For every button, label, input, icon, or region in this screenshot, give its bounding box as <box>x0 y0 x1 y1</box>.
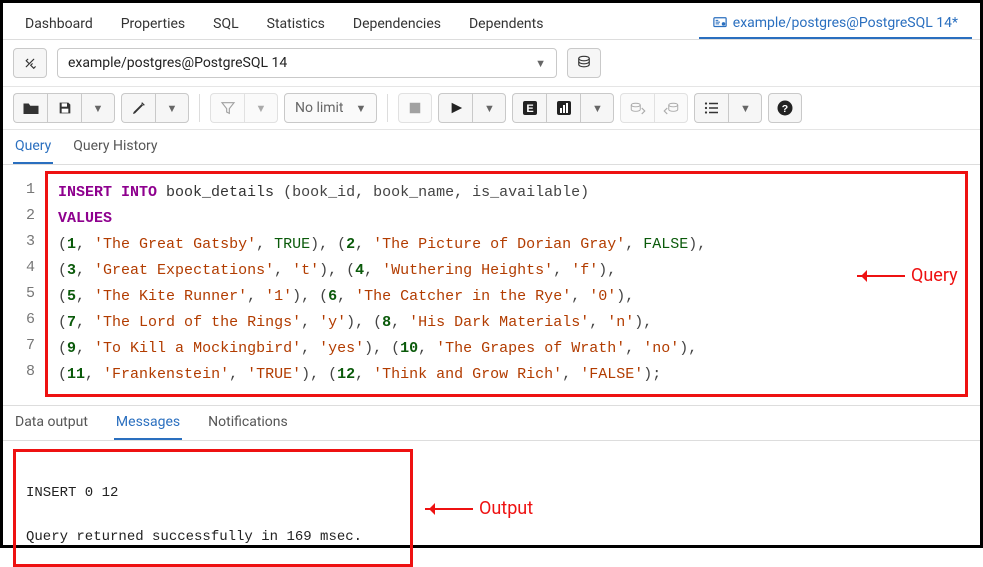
connection-bar: example/postgres@PostgreSQL 14 ▼ <box>3 40 980 87</box>
analyze-icon <box>556 100 572 116</box>
chevron-down-icon: ▼ <box>167 102 178 115</box>
tab-messages[interactable]: Messages <box>114 406 182 440</box>
save-icon <box>57 100 73 116</box>
new-connection-button[interactable] <box>567 48 601 78</box>
tab-notifications[interactable]: Notifications <box>206 406 290 440</box>
tab-properties[interactable]: Properties <box>107 10 199 38</box>
line-number: 2 <box>9 203 35 229</box>
help-icon: ? <box>776 99 794 117</box>
top-tabs: Dashboard Properties SQL Statistics Depe… <box>3 3 980 40</box>
tab-statistics[interactable]: Statistics <box>253 10 339 38</box>
row-limit-label: No limit <box>295 100 344 116</box>
help-button[interactable]: ? <box>768 93 802 123</box>
toolbar-divider <box>387 94 388 122</box>
database-icon <box>575 54 593 72</box>
edit-dropdown[interactable]: ▼ <box>155 93 189 123</box>
plug-icon <box>21 54 39 72</box>
play-icon <box>449 101 463 115</box>
chevron-down-icon: ▼ <box>740 102 751 115</box>
line-number: 8 <box>9 359 35 385</box>
row-limit-select[interactable]: No limit ▼ <box>284 93 377 123</box>
connection-value: example/postgres@PostgreSQL 14 <box>68 55 287 71</box>
sql-editor: 1 2 3 4 5 6 7 8 INSERT INTO book_details… <box>9 171 968 397</box>
pencil-icon <box>131 100 147 116</box>
svg-text:E: E <box>526 103 533 115</box>
list-icon <box>703 100 721 116</box>
filter-dropdown[interactable]: ▼ <box>244 93 278 123</box>
toolbar-divider <box>199 94 200 122</box>
explain-icon: E <box>522 100 538 116</box>
filter-button[interactable] <box>210 93 244 123</box>
line-number: 6 <box>9 307 35 333</box>
tab-data-output[interactable]: Data output <box>13 406 90 440</box>
tab-query-tool[interactable]: example/postgres@PostgreSQL 14* <box>699 9 972 39</box>
rollback-icon <box>662 100 680 116</box>
line-number: 5 <box>9 281 35 307</box>
save-button[interactable] <box>47 93 81 123</box>
line-gutter: 1 2 3 4 5 6 7 8 <box>9 171 45 397</box>
line-number: 4 <box>9 255 35 281</box>
chevron-down-icon: ▼ <box>356 102 367 115</box>
execute-dropdown[interactable]: ▼ <box>472 93 506 123</box>
chevron-down-icon: ▼ <box>535 57 546 70</box>
chevron-down-icon: ▼ <box>592 102 603 115</box>
rollback-button[interactable] <box>654 93 688 123</box>
tab-query-history[interactable]: Query History <box>71 130 159 164</box>
tab-dependents[interactable]: Dependents <box>455 10 557 38</box>
query-toolbar: ▼ ▼ ▼ No limit ▼ <box>3 87 980 130</box>
macros-button[interactable] <box>694 93 728 123</box>
result-tabs: Data output Messages Notifications <box>3 405 980 441</box>
line-number: 1 <box>9 177 35 203</box>
tab-query[interactable]: Query <box>13 130 53 164</box>
chevron-down-icon: ▼ <box>256 102 267 115</box>
explain-button[interactable]: E <box>512 93 546 123</box>
chevron-down-icon: ▼ <box>93 102 104 115</box>
funnel-icon <box>220 100 236 116</box>
messages-pane: INSERT 0 12 Query returned successfully … <box>13 449 413 567</box>
chevron-down-icon: ▼ <box>484 102 495 115</box>
messages-line: Query returned successfully in 169 msec. <box>26 529 362 545</box>
save-dropdown[interactable]: ▼ <box>81 93 115 123</box>
stop-button[interactable] <box>398 93 432 123</box>
messages-line: INSERT 0 12 <box>26 485 118 501</box>
sql-text-area[interactable]: INSERT INTO book_details (book_id, book_… <box>45 171 968 397</box>
folder-icon <box>22 100 40 116</box>
editor-tabs: Query Query History <box>3 130 980 165</box>
explain-analyze-button[interactable] <box>546 93 580 123</box>
connection-status-button[interactable] <box>13 48 47 78</box>
svg-text:?: ? <box>782 103 788 115</box>
line-number: 7 <box>9 333 35 359</box>
open-file-button[interactable] <box>13 93 47 123</box>
line-number: 3 <box>9 229 35 255</box>
execute-button[interactable] <box>438 93 472 123</box>
edit-button[interactable] <box>121 93 155 123</box>
tab-dashboard[interactable]: Dashboard <box>11 10 107 38</box>
query-tool-icon <box>713 16 727 30</box>
explain-dropdown[interactable]: ▼ <box>580 93 614 123</box>
commit-button[interactable] <box>620 93 654 123</box>
connection-select[interactable]: example/postgres@PostgreSQL 14 ▼ <box>57 48 557 78</box>
tab-sql[interactable]: SQL <box>199 10 252 38</box>
macros-dropdown[interactable]: ▼ <box>728 93 762 123</box>
stop-icon <box>408 101 422 115</box>
commit-icon <box>629 100 647 116</box>
tab-dependencies[interactable]: Dependencies <box>339 10 455 38</box>
annotation-output: Output <box>425 498 533 519</box>
query-tool-label: example/postgres@PostgreSQL 14* <box>733 15 958 31</box>
